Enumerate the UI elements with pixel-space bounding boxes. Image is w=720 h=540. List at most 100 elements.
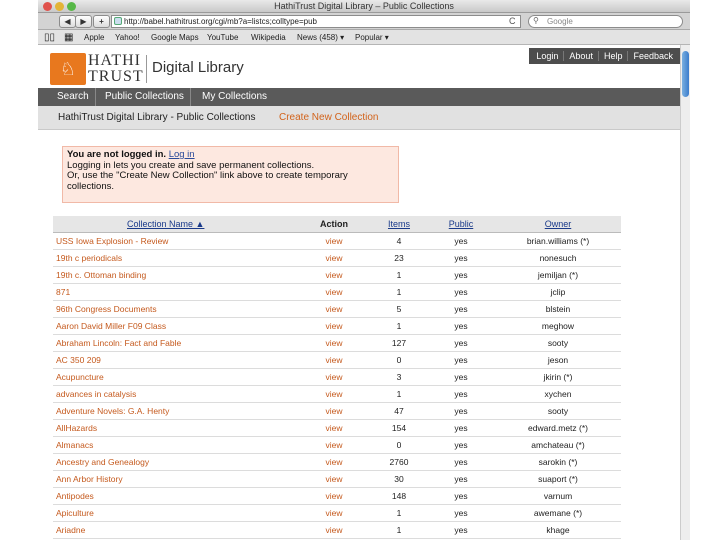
sort-public[interactable]: Public [441, 216, 481, 233]
item-count: 2760 [389, 457, 409, 467]
forward-button[interactable]: ▶ [75, 15, 92, 28]
table-row: AllHazards view 154 yes edward.metz (*) [53, 420, 621, 437]
owner-name: suaport (*) [538, 474, 578, 484]
collection-name-link[interactable]: advances in catalysis [56, 386, 136, 403]
view-link[interactable]: view [311, 386, 357, 403]
table-header: Collection Name ▲ Action Items Public Ow… [53, 216, 621, 233]
top-sites-icon[interactable]: ▦ [64, 30, 73, 45]
view-link[interactable]: view [311, 335, 357, 352]
owner-name: blstein [545, 304, 571, 314]
about-link[interactable]: About [563, 51, 598, 61]
collection-name-link[interactable]: Abraham Lincoln: Fact and Fable [56, 335, 181, 352]
view-link[interactable]: view [311, 471, 357, 488]
public-status: yes [454, 253, 468, 263]
vertical-scrollbar[interactable] [680, 45, 690, 540]
owner-name: edward.metz (*) [528, 423, 588, 433]
collection-name-link[interactable]: Antipodes [56, 488, 94, 505]
collection-name-link[interactable]: Apiculture [56, 505, 94, 522]
collection-name-link[interactable]: 19th c periodicals [56, 250, 122, 267]
view-link[interactable]: view [311, 250, 357, 267]
not-logged-in-text: You are not logged in. [67, 149, 167, 160]
collection-name-link[interactable]: 19th c. Ottoman binding [56, 267, 146, 284]
view-link[interactable]: view [311, 352, 357, 369]
table-row: Antipodes view 148 yes varnum [53, 488, 621, 505]
table-row: Almanacs view 0 yes amchateau (*) [53, 437, 621, 454]
item-count: 4 [396, 236, 402, 246]
window-title: HathiTrust Digital Library – Public Coll… [274, 1, 454, 11]
view-link[interactable]: view [311, 284, 357, 301]
view-link[interactable]: view [311, 420, 357, 437]
collection-name-link[interactable]: Ariadne [56, 522, 85, 539]
item-count: 0 [396, 440, 402, 450]
public-status: yes [454, 321, 468, 331]
scrollbar-thumb[interactable] [682, 51, 689, 97]
collection-name-link[interactable]: 96th Congress Documents [56, 301, 157, 318]
sort-items[interactable]: Items [379, 216, 419, 233]
collection-name-link[interactable]: AllHazards [56, 420, 97, 437]
view-link[interactable]: view [311, 454, 357, 471]
create-collection-link[interactable]: Create New Collection [279, 106, 379, 130]
collection-name-link[interactable]: Almanacs [56, 437, 93, 454]
table-row: 96th Congress Documents view 5 yes blstein [53, 301, 621, 318]
owner-name: amchateau (*) [531, 440, 585, 450]
back-button[interactable]: ◀ [59, 15, 76, 28]
collection-name-link[interactable]: Ann Arbor History [56, 471, 123, 488]
brand-line-2: TRUST [88, 68, 144, 85]
owner-name: xychen [544, 389, 572, 399]
sort-collection-name[interactable]: Collection Name ▲ [127, 216, 204, 233]
bookmark-youtube[interactable]: YouTube [207, 30, 238, 45]
public-status: yes [454, 406, 468, 416]
bookmark-news[interactable]: News (458) ▾ [297, 30, 344, 45]
bookmark-google-maps[interactable]: Google Maps [151, 30, 199, 45]
sub-header: HathiTrust Digital Library - Public Coll… [38, 106, 680, 130]
collection-name-link[interactable]: 871 [56, 284, 70, 301]
view-link[interactable]: view [311, 437, 357, 454]
reading-list-icon[interactable]: ▯▯ [44, 30, 55, 45]
login-link-inline[interactable]: Log in [169, 149, 195, 160]
sort-owner[interactable]: Owner [503, 216, 613, 233]
view-link[interactable]: view [311, 488, 357, 505]
view-link[interactable]: view [311, 522, 357, 539]
collection-name-link[interactable]: Ancestry and Genealogy [56, 454, 149, 471]
item-count: 5 [396, 304, 402, 314]
table-row: Apiculture view 1 yes awemane (*) [53, 505, 621, 522]
help-link[interactable]: Help [597, 51, 628, 61]
collection-name-link[interactable]: USS Iowa Explosion - Review [56, 233, 168, 250]
collection-name-link[interactable]: Acupuncture [56, 369, 104, 386]
bookmarks-bar: ▯▯ ▦ Apple Yahoo! Google Maps YouTube Wi… [38, 30, 690, 45]
collection-name-link[interactable]: Adventure Novels: G.A. Henty [56, 403, 169, 420]
view-link[interactable]: view [311, 301, 357, 318]
public-status: yes [454, 525, 468, 535]
view-link[interactable]: view [311, 267, 357, 284]
add-bookmark-button[interactable]: + [93, 15, 110, 28]
brand-line-1: HATHI [88, 52, 141, 69]
view-link[interactable]: view [311, 318, 357, 335]
item-count: 1 [396, 270, 402, 280]
collection-name-link[interactable]: Aaron David Miller F09 Class [56, 318, 166, 335]
nav-public-collections[interactable]: Public Collections [99, 88, 191, 106]
bookmark-popular[interactable]: Popular ▾ [355, 30, 389, 45]
table-row: Ann Arbor History view 30 yes suaport (*) [53, 471, 621, 488]
item-count: 47 [394, 406, 404, 416]
item-count: 1 [396, 321, 402, 331]
view-link[interactable]: view [311, 505, 357, 522]
view-link[interactable]: view [311, 403, 357, 420]
view-link[interactable]: view [311, 369, 357, 386]
reload-icon[interactable]: C [509, 16, 516, 26]
table-row: Adventure Novels: G.A. Henty view 47 yes soo… [53, 403, 621, 420]
bookmark-yahoo[interactable]: Yahoo! [115, 30, 140, 45]
view-link[interactable]: view [311, 233, 357, 250]
brand-divider [146, 55, 147, 83]
collection-name-link[interactable]: AC 350 209 [56, 352, 101, 369]
nav-my-collections[interactable]: My Collections [196, 88, 273, 106]
search-input[interactable]: Google [528, 15, 683, 28]
bookmark-wikipedia[interactable]: Wikipedia [251, 30, 286, 45]
nav-search[interactable]: Search [51, 88, 96, 106]
feedback-link[interactable]: Feedback [627, 51, 678, 61]
public-status: yes [454, 474, 468, 484]
owner-name: sarokin (*) [538, 457, 578, 467]
bookmark-apple[interactable]: Apple [84, 30, 104, 45]
address-bar[interactable]: http://babel.hathitrust.org/cgi/mb?a=lis… [111, 15, 521, 28]
table-row: 19th c periodicals view 23 yes nonesuch [53, 250, 621, 267]
login-link[interactable]: Login [531, 51, 563, 61]
